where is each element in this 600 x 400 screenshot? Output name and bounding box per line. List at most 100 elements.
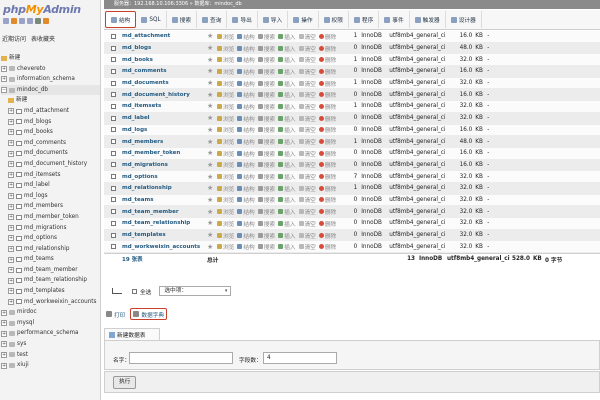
row-checkbox[interactable] xyxy=(110,162,116,168)
action-insert-link[interactable]: 插入 xyxy=(278,67,296,76)
table-name-input[interactable] xyxy=(129,352,233,364)
action-browse-link[interactable]: 浏览 xyxy=(217,67,234,76)
star-icon[interactable]: ★ xyxy=(207,219,217,227)
table-name-link[interactable]: md_document_history xyxy=(122,92,207,98)
action-insert-link[interactable]: 插入 xyxy=(278,219,296,228)
columns-count-input[interactable]: 4 xyxy=(263,352,337,364)
action-insert-link[interactable]: 插入 xyxy=(278,231,296,240)
table-name-link[interactable]: md_member_token xyxy=(122,150,207,156)
expand-icon[interactable]: + xyxy=(1,341,7,348)
action-empty-link[interactable]: 清空 xyxy=(298,102,316,111)
action-empty-link[interactable]: 清空 xyxy=(298,242,316,251)
expand-icon[interactable]: + xyxy=(8,235,14,242)
expand-icon[interactable]: + xyxy=(8,193,14,200)
tree-item-db[interactable]: + sys xyxy=(1,339,100,350)
action-search-link[interactable]: 搜索 xyxy=(257,55,275,64)
tree-item-table[interactable]: + md_members xyxy=(1,201,100,212)
action-structure-link[interactable]: 结构 xyxy=(237,242,255,251)
reload-icon[interactable] xyxy=(43,18,49,24)
tree-item-table[interactable]: + md_templates xyxy=(1,286,100,297)
star-icon[interactable]: ★ xyxy=(207,208,217,216)
action-search-link[interactable]: 搜索 xyxy=(257,149,275,158)
action-structure-link[interactable]: 结构 xyxy=(237,44,255,53)
action-insert-link[interactable]: 插入 xyxy=(278,125,296,134)
table-name-link[interactable]: md_label xyxy=(122,115,207,121)
expand-icon[interactable]: + xyxy=(1,65,7,72)
action-empty-link[interactable]: 清空 xyxy=(298,114,316,123)
action-search-link[interactable]: 搜索 xyxy=(257,160,275,169)
star-icon[interactable]: ★ xyxy=(207,67,217,75)
row-checkbox[interactable] xyxy=(110,127,116,133)
action-structure-link[interactable]: 结构 xyxy=(237,67,255,76)
action-browse-link[interactable]: 浏览 xyxy=(217,207,234,216)
tree-item-table[interactable]: + md_comments xyxy=(1,138,100,149)
table-name-link[interactable]: md_team_relationship xyxy=(122,220,207,226)
action-empty-link[interactable]: 清空 xyxy=(298,149,316,158)
action-insert-link[interactable]: 插入 xyxy=(278,172,296,181)
logout-icon[interactable] xyxy=(11,18,17,24)
action-browse-link[interactable]: 浏览 xyxy=(217,149,234,158)
action-search-link[interactable]: 搜索 xyxy=(257,67,275,76)
action-structure-link[interactable]: 结构 xyxy=(237,231,255,240)
tab-4[interactable]: 导出 xyxy=(227,11,258,28)
action-search-link[interactable]: 搜索 xyxy=(257,219,275,228)
tree-item-table[interactable]: + md_team_relationship xyxy=(1,275,100,286)
phpmyadmin-logo[interactable]: phpMyAdmin xyxy=(3,3,81,16)
row-checkbox[interactable] xyxy=(110,33,116,39)
action-search-link[interactable]: 搜索 xyxy=(257,195,275,204)
help-icon[interactable] xyxy=(27,18,33,24)
action-empty-link[interactable]: 清空 xyxy=(298,90,316,99)
tree-item-table[interactable]: + md_blogs xyxy=(1,117,100,128)
action-structure-link[interactable]: 结构 xyxy=(237,207,255,216)
tab-6[interactable]: 操作 xyxy=(288,11,319,28)
action-insert-link[interactable]: 插入 xyxy=(278,207,296,216)
expand-icon[interactable]: + xyxy=(8,140,14,147)
action-drop-link[interactable]: 删除 xyxy=(318,172,336,181)
tree-item-table[interactable]: + md_books xyxy=(1,127,100,138)
expand-icon[interactable]: + xyxy=(8,203,14,210)
tab-5[interactable]: 导入 xyxy=(258,11,289,28)
action-browse-link[interactable]: 浏览 xyxy=(217,32,234,41)
tree-item-table[interactable]: + md_itemsets xyxy=(1,170,100,181)
action-insert-link[interactable]: 插入 xyxy=(278,79,296,88)
action-search-link[interactable]: 搜索 xyxy=(257,231,275,240)
row-checkbox[interactable] xyxy=(110,92,116,98)
table-name-link[interactable]: md_relationship xyxy=(122,185,207,191)
table-name-link[interactable]: md_itemsets xyxy=(122,103,207,109)
action-insert-link[interactable]: 插入 xyxy=(278,55,296,64)
action-drop-link[interactable]: 删除 xyxy=(318,160,336,169)
action-structure-link[interactable]: 结构 xyxy=(237,160,255,169)
action-structure-link[interactable]: 结构 xyxy=(237,90,255,99)
action-empty-link[interactable]: 清空 xyxy=(298,44,316,53)
action-drop-link[interactable]: 删除 xyxy=(318,125,336,134)
star-icon[interactable]: ★ xyxy=(207,243,217,251)
check-all-label[interactable]: 全选 xyxy=(140,287,151,296)
tab-2[interactable]: 搜索 xyxy=(167,11,198,28)
row-checkbox[interactable] xyxy=(110,197,116,203)
data-dictionary-link[interactable]: 数据字典 xyxy=(130,308,168,320)
action-empty-link[interactable]: 清空 xyxy=(298,79,316,88)
action-search-link[interactable]: 搜索 xyxy=(257,137,275,146)
favorites-tab[interactable]: 表收藏夹 xyxy=(31,34,55,43)
action-search-link[interactable]: 搜索 xyxy=(257,44,275,53)
tab-1[interactable]: SQL xyxy=(136,11,167,28)
table-name-link[interactable]: md_comments xyxy=(122,68,207,74)
action-structure-link[interactable]: 结构 xyxy=(237,137,255,146)
star-icon[interactable]: ★ xyxy=(207,184,217,192)
action-search-link[interactable]: 搜索 xyxy=(257,90,275,99)
tree-item-db[interactable]: + mirdoc xyxy=(1,307,100,318)
tab-3[interactable]: 查询 xyxy=(197,11,228,28)
action-search-link[interactable]: 搜索 xyxy=(257,125,275,134)
tree-item-table[interactable]: + md_label xyxy=(1,180,100,191)
table-name-link[interactable]: md_blogs xyxy=(122,45,207,51)
action-drop-link[interactable]: 删除 xyxy=(318,114,336,123)
star-icon[interactable]: ★ xyxy=(207,161,217,169)
tree-item-table[interactable]: + md_document_history xyxy=(1,159,100,170)
breadcrumb[interactable]: 服务器：192.168.10.106:3306 » 数据库：mindoc_db xyxy=(104,0,600,9)
action-structure-link[interactable]: 结构 xyxy=(237,79,255,88)
action-drop-link[interactable]: 删除 xyxy=(318,90,336,99)
star-icon[interactable]: ★ xyxy=(207,126,217,134)
action-empty-link[interactable]: 清空 xyxy=(298,137,316,146)
action-search-link[interactable]: 搜索 xyxy=(257,184,275,193)
star-icon[interactable]: ★ xyxy=(207,44,217,52)
